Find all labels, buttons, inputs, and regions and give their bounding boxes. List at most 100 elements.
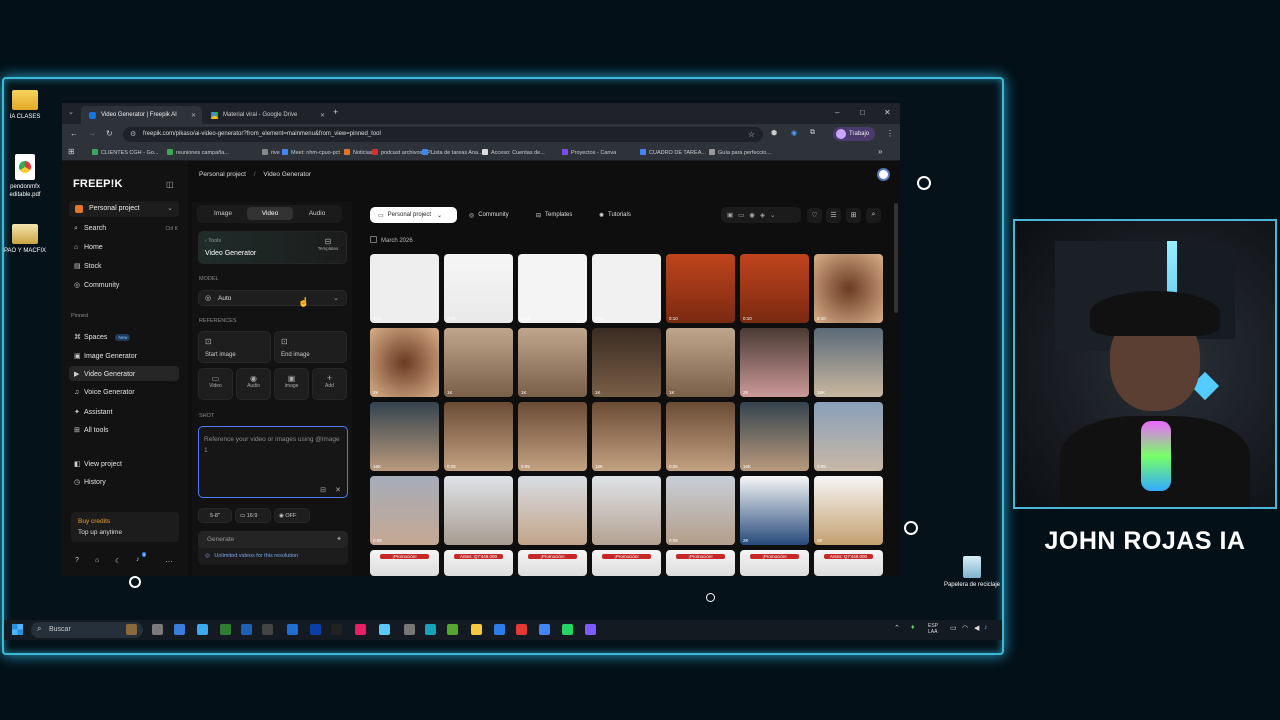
- ratio-select[interactable]: ▭ 16:9: [235, 508, 271, 523]
- desktop-file-pendon[interactable]: pendonmfx editable.pdf: [0, 154, 55, 199]
- bookmark-item[interactable]: Noticias: [344, 149, 373, 156]
- extension-icon[interactable]: ⬢: [771, 129, 777, 137]
- media-thumbnail[interactable]: 2K: [740, 328, 809, 397]
- new-tab-icon[interactable]: +: [333, 107, 338, 117]
- media-thumbnail[interactable]: 1K: [444, 328, 513, 397]
- sidebar-item-video-generator[interactable]: ▶ Video Generator: [74, 370, 135, 378]
- audio-toggle[interactable]: ◉ OFF: [274, 508, 310, 523]
- more-icon[interactable]: …: [165, 555, 173, 564]
- bookmark-item[interactable]: Lista de tareas Ana...: [422, 149, 483, 156]
- taskbar-app-icon[interactable]: [539, 624, 550, 635]
- sidebar-item-assistant[interactable]: ✦ Assistant: [74, 408, 112, 416]
- recycle-bin[interactable]: Papelera de reciclaje: [942, 556, 1002, 589]
- url-field[interactable]: ⚙ freepik.com/pikaso/ai-video-generator?…: [123, 127, 763, 142]
- reference-video[interactable]: ▭ Video: [198, 368, 233, 400]
- project-filter[interactable]: ▭ Personal project ⌄: [370, 207, 457, 223]
- media-thumbnail[interactable]: [444, 476, 513, 545]
- model-select[interactable]: ◎ Auto ⌄: [198, 290, 347, 306]
- media-thumbnail[interactable]: 2K: [370, 328, 439, 397]
- clear-icon[interactable]: ✕: [335, 486, 341, 494]
- sidebar-item-image-generator[interactable]: ▣ Image Generator: [74, 352, 137, 360]
- sidebar-view-project[interactable]: ◧ View project: [74, 460, 122, 468]
- start-image-slot[interactable]: ⊡ Start image: [198, 331, 271, 363]
- bookmark-item[interactable]: Proyectos - Canva: [562, 149, 616, 156]
- extensions-puzzle-icon[interactable]: ⧉: [810, 129, 815, 137]
- media-thumbnail[interactable]: 2K: [814, 476, 883, 545]
- media-thumbnail[interactable]: Antes: Q7'449.000: [444, 550, 513, 576]
- taskbar-app-icon[interactable]: [220, 624, 231, 635]
- desktop-folder-pao[interactable]: PAO Y MACFIX: [0, 224, 55, 255]
- windows-start-icon[interactable]: [12, 624, 23, 635]
- credits-card[interactable]: Buy credits Top up anytime: [71, 512, 179, 542]
- media-thumbnail[interactable]: 2K: [740, 476, 809, 545]
- desktop-folder-ia-clases[interactable]: IA CLASES: [0, 90, 55, 121]
- media-thumbnail[interactable]: [518, 476, 587, 545]
- user-avatar[interactable]: [877, 168, 890, 181]
- media-thumbnail[interactable]: 16K: [814, 328, 883, 397]
- tray-chevron-icon[interactable]: ⌃: [894, 624, 900, 632]
- close-icon[interactable]: ✕: [320, 112, 325, 119]
- taskbar-app-icon[interactable]: [197, 624, 208, 635]
- bookmark-item[interactable]: Guía para perfeccio...: [709, 149, 771, 156]
- tab-image[interactable]: Image: [200, 207, 246, 220]
- tab-audio[interactable]: Audio: [294, 207, 340, 220]
- sidebar-item-stock[interactable]: ▤ Stock: [74, 262, 102, 270]
- taskbar-app-icon[interactable]: [355, 624, 366, 635]
- volume-icon[interactable]: ◀: [974, 624, 979, 632]
- display-icon[interactable]: ▭: [950, 624, 957, 632]
- media-thumbnail[interactable]: 1K: [518, 328, 587, 397]
- taskbar-app-icon[interactable]: [471, 624, 482, 635]
- sidebar-item-voice-generator[interactable]: ♫ Voice Generator: [74, 389, 135, 396]
- favorites-icon[interactable]: ♡: [807, 208, 822, 223]
- reload-icon[interactable]: ↻: [106, 129, 113, 138]
- taskbar-app-icon[interactable]: [152, 624, 163, 635]
- templates-button[interactable]: ⊟ Templates: [314, 237, 342, 251]
- content-scrollbar[interactable]: [894, 203, 898, 313]
- taskbar-app-icon[interactable]: [331, 624, 342, 635]
- bookmark-star-icon[interactable]: ☆: [748, 130, 755, 139]
- language-indicator[interactable]: ESP LAA: [928, 623, 942, 635]
- taskbar-app-icon[interactable]: [516, 624, 527, 635]
- media-thumbnail[interactable]: 0:08: [370, 476, 439, 545]
- sidebar-item-all-tools[interactable]: ⊞ All tools: [74, 426, 109, 434]
- reference-add[interactable]: + Add: [312, 368, 347, 400]
- media-thumbnail[interactable]: 0:05: [444, 254, 513, 323]
- help-icon[interactable]: ?: [75, 557, 79, 564]
- search-icon[interactable]: ⌕: [866, 208, 881, 223]
- media-thumbnail[interactable]: 0:05: [666, 402, 735, 471]
- taskbar-app-icon[interactable]: [262, 624, 273, 635]
- profile-button[interactable]: Trabajo: [833, 127, 875, 141]
- bookmark-item[interactable]: rive: [262, 149, 280, 156]
- templates-tab[interactable]: ⊟ Templates: [536, 207, 572, 223]
- media-thumbnail[interactable]: 0:10: [814, 254, 883, 323]
- filters-icon[interactable]: ☰: [826, 208, 841, 223]
- bookmark-item[interactable]: reuniones campaña...: [167, 149, 229, 156]
- taskbar-app-icon[interactable]: [126, 624, 137, 635]
- reference-audio[interactable]: ◉ Audio: [236, 368, 271, 400]
- close-icon[interactable]: ✕: [191, 112, 196, 119]
- tab-freepik[interactable]: Video Generator | Freepik AI ✕: [81, 106, 202, 124]
- tab-drive[interactable]: Material viral - Google Drive ✕: [203, 106, 331, 124]
- generate-button[interactable]: Generate ✦: [198, 531, 348, 548]
- media-filter-group[interactable]: ▣▭◉◈⌄: [721, 207, 801, 223]
- breadcrumb-root[interactable]: Personal project: [199, 171, 246, 178]
- media-thumbnail[interactable]: ¡Promoción!: [518, 550, 587, 576]
- media-thumbnail[interactable]: 16K: [740, 402, 809, 471]
- media-thumbnail[interactable]: [592, 476, 661, 545]
- media-thumbnail[interactable]: 0:05: [518, 402, 587, 471]
- duration-select[interactable]: 5-8": [198, 508, 232, 523]
- community-tab[interactable]: ◎ Community: [469, 207, 509, 223]
- media-thumbnail[interactable]: ¡Promoción!: [592, 550, 661, 576]
- prompt-library-icon[interactable]: ⊟: [320, 486, 326, 494]
- media-thumbnail[interactable]: 1K: [666, 328, 735, 397]
- sidebar-item-spaces[interactable]: ⌘ Spaces New: [74, 333, 131, 341]
- taskbar-app-icon[interactable]: [310, 624, 321, 635]
- grid-view-icon[interactable]: ⊞: [846, 208, 861, 223]
- browser-menu-icon[interactable]: ⋮: [886, 129, 894, 138]
- prompt-textarea[interactable]: Reference your video or images using @im…: [198, 426, 348, 498]
- tools-back[interactable]: ‹ Tools: [205, 238, 221, 244]
- media-thumbnail[interactable]: ¡Promoción!: [666, 550, 735, 576]
- media-thumbnail[interactable]: 0:10: [592, 254, 661, 323]
- bookmark-item[interactable]: Meet: nhm-cpuo-pct: [282, 149, 340, 156]
- media-thumbnail[interactable]: Antes: Q7'449.000: [814, 550, 883, 576]
